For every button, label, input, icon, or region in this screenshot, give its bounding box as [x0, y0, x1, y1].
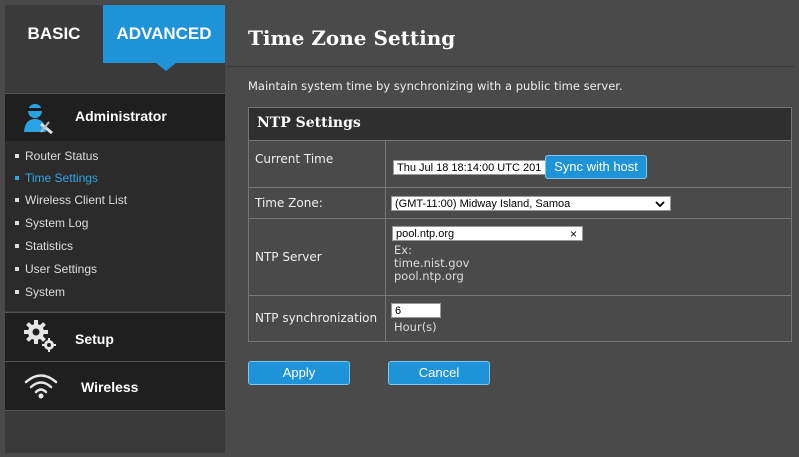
- sidebar-item-system-log[interactable]: System Log: [15, 216, 88, 230]
- sidebar-item-wireless-client-list[interactable]: Wireless Client List: [15, 193, 127, 207]
- sidebar-section-label: Wireless: [81, 379, 139, 395]
- sidebar-item-label: System: [25, 285, 66, 299]
- wifi-icon: [24, 374, 58, 399]
- sidebar-section-administrator[interactable]: Administrator: [5, 93, 225, 141]
- row-label-cell: NTP synchronization: [249, 296, 386, 341]
- bullet-icon: [15, 197, 19, 202]
- active-tab-pointer: [150, 58, 182, 71]
- sidebar-item-label: User Settings: [25, 262, 98, 276]
- example-server-2: pool.ntp.org: [394, 269, 464, 283]
- current-time-label: Current Time: [255, 152, 334, 166]
- time-zone-selected: (GMT-11:00) Midway Island, Samoa: [395, 198, 571, 210]
- bullet-icon: [15, 175, 19, 180]
- sidebar-item-system[interactable]: System: [15, 285, 65, 299]
- ntp-sync-label: NTP synchronization: [255, 311, 378, 325]
- tab-basic[interactable]: BASIC: [5, 5, 103, 63]
- sidebar-item-label: System Log: [25, 216, 89, 230]
- bullet-icon: [15, 243, 19, 248]
- ntp-server-value: pool.ntp.org: [396, 228, 455, 240]
- sidebar-item-router-status[interactable]: Router Status: [15, 149, 98, 163]
- time-zone-label: Time Zone:: [255, 196, 323, 210]
- administrator-menu: Router Status Time Settings Wireless Cli…: [5, 141, 225, 311]
- sidebar-section-setup[interactable]: Setup: [5, 312, 225, 361]
- gear-icon: [24, 320, 56, 352]
- sidebar-item-label: Wireless Client List: [25, 193, 128, 207]
- chevron-down-icon: [655, 201, 665, 208]
- sidebar-section-label: Administrator: [75, 108, 167, 124]
- sidebar-item-time-settings[interactable]: Time Settings: [15, 171, 98, 185]
- page-description: Maintain system time by synchronizing wi…: [248, 79, 623, 93]
- cancel-button[interactable]: Cancel: [388, 361, 490, 385]
- current-time-field: Thu Jul 18 18:14:00 UTC 201: [393, 160, 546, 175]
- sidebar-item-label: Time Settings: [25, 171, 98, 185]
- bullet-icon: [15, 153, 19, 158]
- row-label-cell: Time Zone:: [249, 188, 386, 218]
- sidebar-item-label: Router Status: [25, 149, 99, 163]
- ntp-server-label: NTP Server: [255, 250, 322, 264]
- sidebar-spacer: [5, 63, 225, 94]
- sidebar-section-label: Setup: [75, 331, 114, 347]
- bullet-icon: [15, 266, 19, 271]
- current-time-row: Current Time Thu Jul 18 18:14:00 UTC 201…: [249, 141, 791, 188]
- clear-icon[interactable]: ×: [570, 227, 577, 240]
- time-zone-select[interactable]: (GMT-11:00) Midway Island, Samoa: [391, 196, 671, 211]
- ntp-settings-panel: NTP Settings Current Time Thu Jul 18 18:…: [248, 107, 792, 342]
- ntp-sync-unit: Hour(s): [394, 320, 437, 334]
- apply-button[interactable]: Apply: [248, 361, 350, 385]
- row-label-cell: NTP Server: [249, 219, 386, 295]
- row-label-cell: Current Time: [249, 141, 386, 187]
- ntp-sync-row: NTP synchronization 6 Hour(s): [249, 296, 791, 341]
- sidebar-footer: [5, 410, 225, 453]
- mode-tabs: BASIC ADVANCED: [5, 5, 225, 63]
- bullet-icon: [15, 220, 19, 225]
- sidebar-item-user-settings[interactable]: User Settings: [15, 262, 97, 276]
- time-zone-row: Time Zone: (GMT-11:00) Midway Island, Sa…: [249, 188, 791, 219]
- sidebar-item-label: Statistics: [25, 239, 74, 253]
- page-title: Time Zone Setting: [248, 26, 456, 50]
- ntp-server-input[interactable]: pool.ntp.org ×: [392, 226, 583, 241]
- ntp-server-row: NTP Server pool.ntp.org × Ex: time.nist.…: [249, 219, 791, 296]
- ntp-sync-interval-input[interactable]: 6: [391, 303, 441, 318]
- tab-advanced[interactable]: ADVANCED: [103, 5, 225, 63]
- panel-header: NTP Settings: [249, 108, 791, 141]
- administrator-icon: [24, 104, 53, 134]
- sidebar-item-statistics[interactable]: Statistics: [15, 239, 73, 253]
- title-divider: [226, 66, 794, 67]
- sidebar-section-wireless[interactable]: Wireless: [5, 361, 225, 410]
- panel-title: NTP Settings: [257, 115, 361, 131]
- bullet-icon: [15, 289, 19, 294]
- sync-with-host-button[interactable]: Sync with host: [545, 155, 647, 179]
